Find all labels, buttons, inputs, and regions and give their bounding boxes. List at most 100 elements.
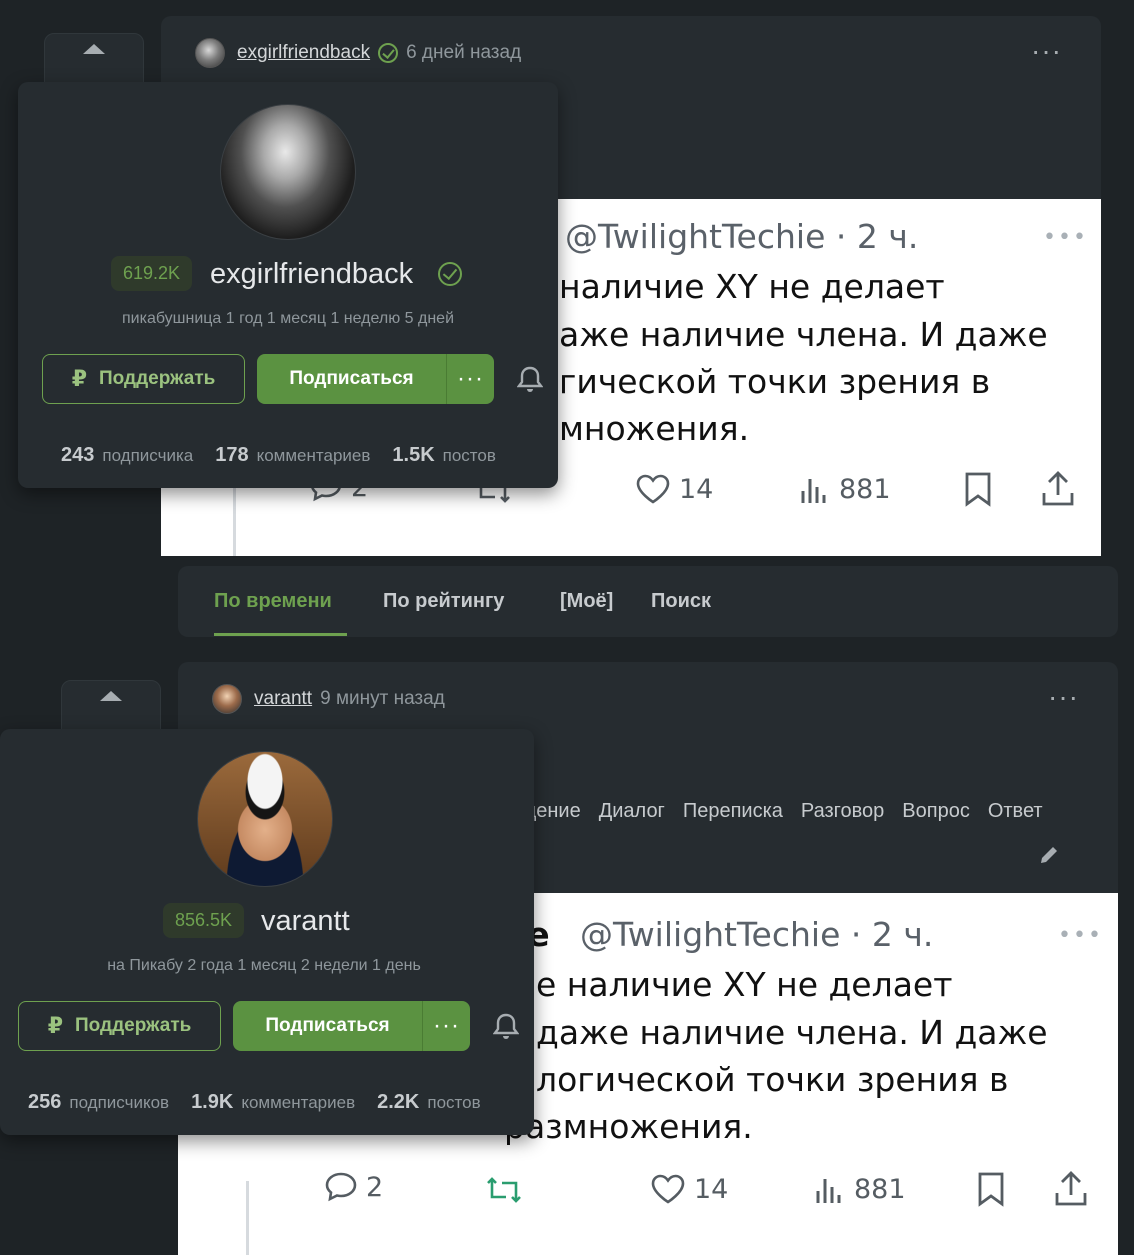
tweet-views: 881 — [799, 473, 891, 505]
posts-count: 2.2K — [377, 1091, 420, 1113]
tweet-text-line: е наличие XY не делает — [536, 965, 953, 1004]
reply-icon — [325, 1172, 357, 1202]
heart-icon — [651, 1174, 685, 1204]
views-count: 881 — [854, 1173, 906, 1205]
thread-line — [233, 479, 236, 556]
subscribers-count: 256 — [28, 1091, 62, 1113]
tweet-handle: @TwilightTechie · 2 ч. — [565, 217, 919, 256]
share-icon — [1055, 1171, 1087, 1206]
tweet-like: 14 — [635, 473, 713, 505]
tweet-retweet — [484, 1175, 524, 1205]
retweet-icon — [487, 1177, 521, 1203]
author-link[interactable]: exgirlfriendback — [237, 42, 370, 64]
tab-mine[interactable]: [Моё] — [560, 590, 613, 613]
subscribe-more-button[interactable]: ··· — [422, 1001, 470, 1051]
tweet-more-icon: ••• — [1043, 225, 1088, 250]
reply-count: 2 — [366, 1171, 384, 1203]
profile-avatar[interactable] — [197, 751, 333, 887]
like-count: 14 — [694, 1173, 729, 1205]
support-button[interactable]: ₽ Поддержать — [42, 354, 245, 404]
tag-link[interactable]: Вопрос — [902, 800, 970, 823]
views-count: 881 — [839, 473, 891, 505]
thread-line — [246, 1181, 249, 1255]
profile-name[interactable]: varantt — [261, 905, 350, 938]
posts-label: постов — [442, 446, 496, 465]
tag-link[interactable]: Разговор — [801, 800, 884, 823]
tweet-text-line: даже наличие члена. И даже — [536, 1013, 1048, 1052]
ruble-icon: ₽ — [47, 1013, 63, 1038]
post-time: 6 дней назад — [406, 42, 522, 63]
share-icon — [1042, 471, 1074, 506]
views-icon — [801, 479, 826, 503]
tab-search[interactable]: Поиск — [651, 590, 711, 613]
tag-link[interactable]: Переписка — [683, 800, 783, 823]
tab-by-rating[interactable]: По рейтингу — [383, 590, 504, 613]
ruble-icon: ₽ — [71, 366, 87, 391]
support-label: Поддержать — [75, 1015, 192, 1036]
tweet-bookmark — [963, 471, 993, 507]
subscribers-count: 243 — [61, 444, 95, 466]
subscribers-label: подписчика — [102, 446, 194, 465]
upvote-icon[interactable] — [83, 44, 105, 54]
tweet-reply: 2 — [324, 1171, 383, 1203]
verified-icon — [438, 262, 462, 286]
tweet-bookmark — [976, 1171, 1006, 1207]
views-icon — [816, 1179, 841, 1203]
tag-link[interactable]: Диалог — [599, 800, 665, 823]
story-header: exgirlfriendback 6 дней назад — [195, 38, 521, 68]
comments-count: 1.9K — [191, 1091, 234, 1113]
sort-tabs: По времени По рейтингу [Моё] Поиск — [178, 566, 1118, 637]
verified-icon — [378, 43, 399, 63]
upvote-icon[interactable] — [100, 691, 122, 701]
more-options-icon[interactable]: ··· — [1031, 37, 1062, 65]
profile-popup: 856.5K varantt на Пикабу 2 года 1 месяц … — [0, 729, 534, 1135]
more-options-icon[interactable]: ··· — [1048, 683, 1079, 711]
author-avatar[interactable] — [195, 38, 225, 68]
story-tags: щение Диалог Переписка Разговор Вопрос О… — [520, 800, 1043, 823]
bookmark-icon — [965, 472, 991, 507]
bookmark-icon — [978, 1172, 1004, 1207]
edit-icon[interactable] — [1038, 844, 1060, 866]
bell-icon[interactable] — [517, 365, 543, 393]
tag-link[interactable]: Ответ — [988, 800, 1043, 823]
like-count: 14 — [679, 473, 714, 505]
profile-stats: 243 подписчика 178 комментариев 1.5K пос… — [61, 444, 496, 467]
post-time: 9 минут назад — [320, 688, 445, 709]
subscribe-button[interactable]: Подписаться — [257, 354, 446, 404]
comments-label: комментариев — [256, 446, 371, 465]
tab-by-time[interactable]: По времени — [214, 590, 332, 613]
rating-badge: 619.2K — [111, 256, 193, 291]
tweet-handle: @TwilightTechie · 2 ч. — [580, 915, 934, 954]
support-label: Поддержать — [99, 368, 216, 389]
author-link[interactable]: varantt — [254, 688, 312, 710]
profile-avatar[interactable] — [220, 104, 356, 240]
profile-popup: 619.2K exgirlfriendback пикабушница 1 го… — [18, 82, 558, 488]
tweet-text-line: множения. — [559, 409, 750, 448]
tweet-text-line: наличие XY не делает — [559, 267, 945, 306]
profile-age: на Пикабу 2 года 1 месяц 2 недели 1 день — [107, 957, 421, 974]
heart-icon — [636, 474, 670, 504]
tweet-share — [1054, 1171, 1088, 1207]
posts-count: 1.5K — [392, 444, 435, 466]
support-button[interactable]: ₽ Поддержать — [18, 1001, 221, 1051]
active-tab-underline — [214, 633, 347, 636]
subscribe-more-button[interactable]: ··· — [446, 354, 494, 404]
story-header: varantt 9 минут назад — [212, 684, 445, 714]
subscribe-button[interactable]: Подписаться — [233, 1001, 422, 1051]
subscribers-label: подписчиков — [69, 1093, 170, 1112]
tweet-text-line: размножения. — [504, 1107, 753, 1146]
tweet-text-line: гической точки зрения в — [559, 362, 991, 401]
tweet-more-icon: ••• — [1058, 923, 1103, 948]
comments-count: 178 — [215, 444, 249, 466]
comments-label: комментариев — [241, 1093, 356, 1112]
tweet-like: 14 — [650, 1173, 728, 1205]
tweet-text-line: логической точки зрения в — [536, 1060, 1009, 1099]
posts-label: постов — [427, 1093, 481, 1112]
profile-name[interactable]: exgirlfriendback — [210, 258, 413, 291]
bell-icon[interactable] — [493, 1012, 519, 1040]
tweet-share — [1041, 471, 1075, 507]
tweet-views: 881 — [814, 1173, 906, 1205]
rating-badge: 856.5K — [163, 903, 245, 938]
tweet-text-line: аже наличие члена. И даже — [559, 315, 1048, 354]
author-avatar[interactable] — [212, 684, 242, 714]
